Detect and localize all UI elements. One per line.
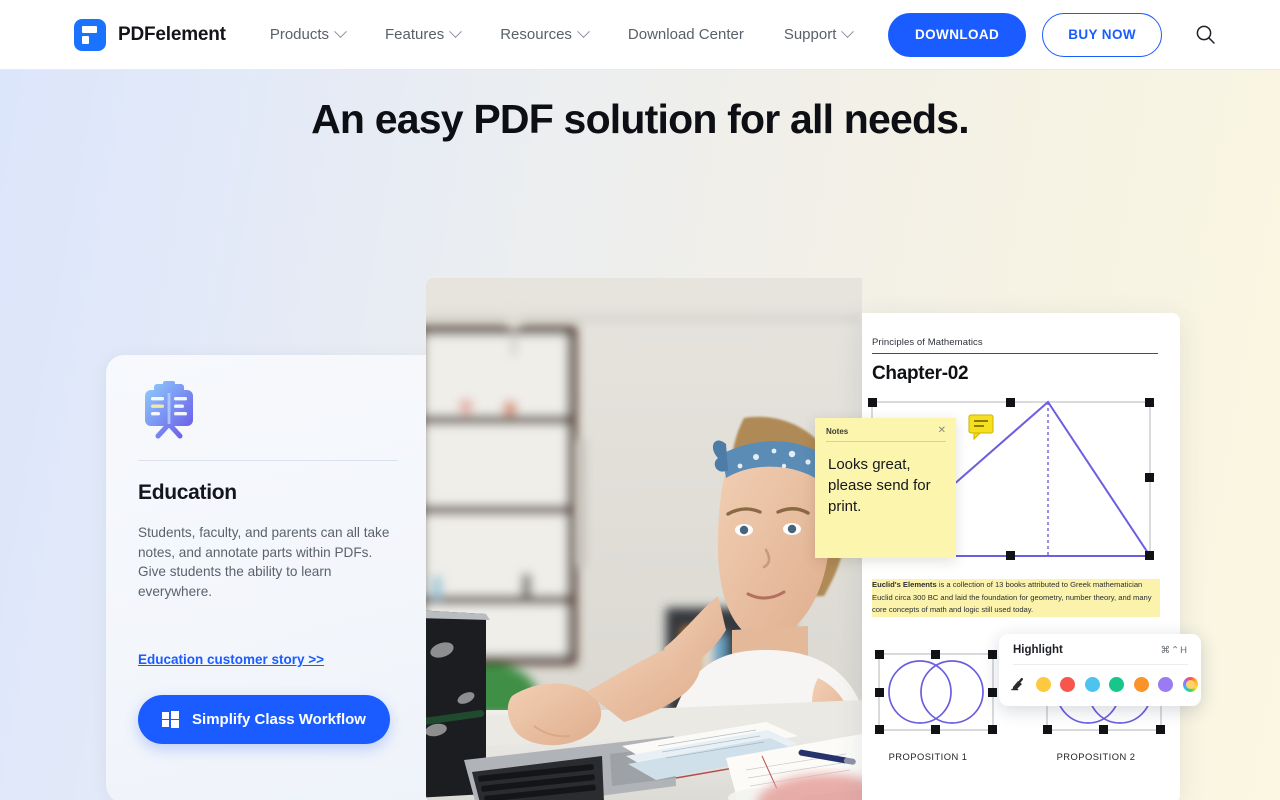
chevron-down-icon xyxy=(577,25,590,39)
nav-item-label: Products xyxy=(269,26,330,43)
paragraph-bold-lead: Euclid's Elements xyxy=(872,580,937,589)
highlight-label: Highlight xyxy=(1013,644,1063,656)
swatch-rainbow-picker[interactable] xyxy=(1182,676,1198,692)
nav-item-label: Download Center xyxy=(627,26,744,43)
proposition-1-figure[interactable] xyxy=(870,645,1010,745)
divider xyxy=(138,460,398,461)
highlight-shortcut: ⌘⌃H xyxy=(1160,644,1188,656)
nav-item-products[interactable]: Products xyxy=(250,0,365,70)
swatch-red[interactable] xyxy=(1060,676,1075,692)
nav-links: Products Features Resources Download Cen… xyxy=(250,0,873,70)
page-title: An easy PDF solution for all needs. xyxy=(311,96,970,142)
easel-board-icon xyxy=(138,377,200,439)
windows-logo-icon xyxy=(162,711,180,729)
buy-now-button[interactable]: BUY NOW xyxy=(1042,12,1162,57)
swatch-yellow[interactable] xyxy=(1035,676,1051,692)
search-icon[interactable] xyxy=(1190,20,1220,50)
education-customer-story-link[interactable]: Education customer story >> xyxy=(138,652,324,667)
close-icon[interactable]: ✕ xyxy=(938,426,946,436)
sticky-note-title: Notes xyxy=(826,426,849,436)
swatch-purple[interactable] xyxy=(1158,676,1173,692)
download-button[interactable]: DOWNLOAD xyxy=(888,12,1027,57)
pdfelement-logo-icon xyxy=(74,18,106,51)
color-dropper-icon[interactable] xyxy=(1010,676,1026,692)
nav-item-label: Features xyxy=(385,26,445,43)
top-navigation-bar: PDFelement Products Features Resources D… xyxy=(0,0,1280,70)
sticky-note-body: Looks great, please send for print. xyxy=(828,456,931,515)
brand-name: PDFelement xyxy=(118,23,226,45)
highlighted-paragraph: Euclid's Elements is a collection of 13 … xyxy=(872,579,1160,618)
chevron-down-icon xyxy=(841,25,855,39)
sticky-note-header: Notes ✕ xyxy=(826,426,946,442)
swatch-blue[interactable] xyxy=(1084,676,1100,692)
nav-item-features[interactable]: Features xyxy=(365,0,480,70)
brand[interactable]: PDFelement xyxy=(74,18,226,51)
highlight-color-swatches xyxy=(1010,676,1198,692)
nav-item-support[interactable]: Support xyxy=(764,0,873,70)
student-at-laptop-photo xyxy=(426,278,862,800)
highlight-popover[interactable]: Highlight ⌘⌃H xyxy=(999,634,1201,706)
sticky-note-marker-icon xyxy=(968,414,994,441)
education-title: Education xyxy=(138,481,237,504)
nav-item-download-center[interactable]: Download Center xyxy=(608,0,764,70)
nav-item-label: Support xyxy=(783,26,837,43)
simplify-class-workflow-button[interactable]: Simplify Class Workflow xyxy=(138,695,390,744)
nav-actions: DOWNLOAD BUY NOW xyxy=(888,12,1220,57)
hero-section: An easy PDF solution for all needs. Educ… xyxy=(0,70,1280,800)
highlight-popover-header: Highlight ⌘⌃H xyxy=(1013,644,1188,665)
swatch-orange[interactable] xyxy=(1133,676,1149,692)
nav-item-resources[interactable]: Resources xyxy=(480,0,608,70)
button-label: Simplify Class Workflow xyxy=(192,711,366,728)
proposition-1-label: PROPOSITION 1 xyxy=(888,751,968,762)
swatch-green[interactable] xyxy=(1109,676,1124,692)
chevron-down-icon xyxy=(449,25,463,39)
nav-item-label: Resources xyxy=(500,26,572,43)
sticky-note-popup[interactable]: Notes ✕ Looks great, please send for pri… xyxy=(815,418,956,558)
proposition-2-label: PROPOSITION 2 xyxy=(1056,751,1136,762)
education-description: Students, faculty, and parents can all t… xyxy=(138,525,390,599)
chevron-down-icon xyxy=(334,25,347,39)
